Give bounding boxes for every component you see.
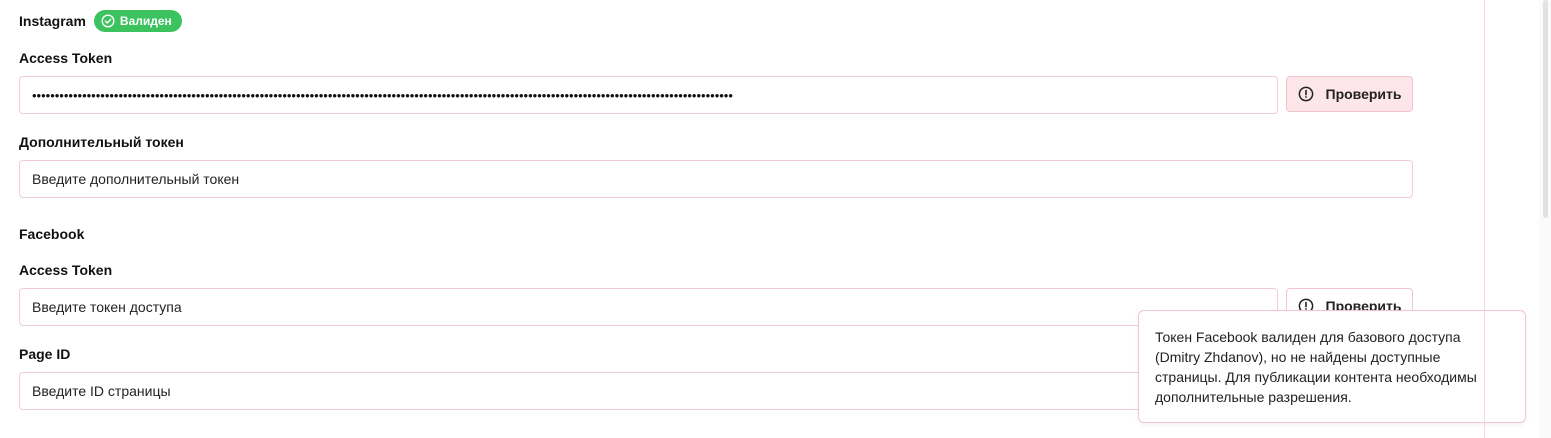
instagram-section-header: Instagram Валиден [19, 10, 182, 32]
instagram-access-token-value: ••••••••••••••••••••••••••••••••••••••••… [32, 87, 733, 103]
panel-divider [1484, 0, 1485, 438]
alert-circle-icon [1298, 86, 1313, 102]
instagram-access-token-label: Access Token [19, 50, 113, 66]
facebook-title: Facebook [19, 226, 85, 242]
valid-badge: Валиден [93, 10, 182, 32]
facebook-access-token-placeholder: Введите токен доступа [32, 299, 182, 315]
scrollbar-thumb[interactable] [1543, 0, 1548, 218]
extra-token-label: Дополнительный токен [19, 134, 184, 150]
instagram-check-button[interactable]: Проверить [1286, 76, 1413, 112]
facebook-access-token-input[interactable]: Введите токен доступа [19, 288, 1278, 326]
facebook-section-header: Facebook [19, 226, 84, 242]
valid-badge-label: Валиден [119, 14, 172, 28]
instagram-title: Instagram [19, 13, 86, 29]
instagram-access-token-input[interactable]: ••••••••••••••••••••••••••••••••••••••••… [19, 76, 1278, 114]
page-id-label: Page ID [19, 346, 71, 362]
facebook-token-tooltip: Токен Facebook валиден для базового дост… [1138, 310, 1526, 423]
page-id-placeholder: Введите ID страницы [32, 383, 171, 399]
extra-token-placeholder: Введите дополнительный токен [32, 171, 240, 187]
facebook-access-token-label: Access Token [19, 262, 113, 278]
tooltip-text: Токен Facebook валиден для базового дост… [1155, 329, 1477, 405]
extra-token-input[interactable]: Введите дополнительный токен [19, 160, 1413, 198]
instagram-check-button-label: Проверить [1325, 86, 1402, 102]
check-circle-icon [101, 14, 115, 28]
